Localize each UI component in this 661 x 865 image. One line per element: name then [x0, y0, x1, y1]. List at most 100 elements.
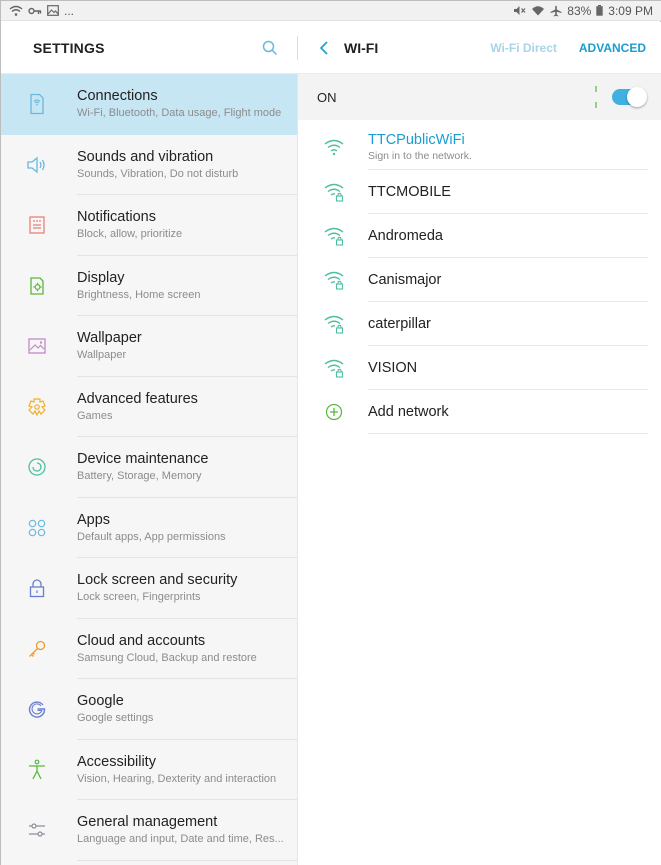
- wifi-signal-locked-icon: [322, 180, 346, 204]
- wifi-panel: ON TTCPublicWiFi Sign in to the network.: [298, 74, 661, 865]
- clock: 3:09 PM: [608, 3, 653, 18]
- wifi-on-label: ON: [317, 89, 337, 105]
- network-item[interactable]: Canismajor: [298, 258, 661, 302]
- sidebar-item-notifications[interactable]: Notifications Block, allow, prioritize: [1, 195, 297, 256]
- network-name: VISION: [368, 359, 418, 376]
- network-name: TTCPublicWiFi: [368, 131, 465, 148]
- network-item[interactable]: Andromeda: [298, 214, 661, 258]
- sidebar-item-title: Google: [77, 693, 124, 710]
- wifi-header: WI-FI Wi-Fi Direct ADVANCED: [298, 22, 661, 73]
- sidebar-item-title: Sounds and vibration: [77, 148, 214, 165]
- sidebar-item-google[interactable]: Google Google settings: [1, 679, 297, 740]
- search-icon[interactable]: [262, 40, 278, 56]
- notifications-icon: [25, 213, 49, 237]
- network-list: TTCPublicWiFi Sign in to the network. TT…: [298, 120, 661, 434]
- general-management-icon: [25, 818, 49, 842]
- status-bar: ... 83% 3:09 PM: [1, 1, 661, 21]
- advanced-button[interactable]: ADVANCED: [579, 41, 646, 55]
- wifi-signal-locked-icon: [322, 356, 346, 380]
- toggle-area: [594, 85, 647, 109]
- network-item[interactable]: TTCMOBILE: [298, 170, 661, 214]
- sidebar-item-advanced-features[interactable]: Advanced features Games: [1, 377, 297, 437]
- wifi-master-switch-row[interactable]: ON: [298, 74, 661, 120]
- sidebar-item-display[interactable]: Display Brightness, Home screen: [1, 256, 297, 316]
- lock-icon: [25, 576, 49, 600]
- sidebar-item-subtitle: Games: [77, 409, 113, 422]
- sidebar-item-title: Accessibility: [77, 753, 156, 770]
- network-status: Sign in to the network.: [368, 149, 472, 162]
- sound-icon: [25, 153, 49, 177]
- sidebar-item-subtitle: Block, allow, prioritize: [77, 228, 183, 241]
- network-item[interactable]: VISION: [298, 346, 661, 390]
- sidebar-item-apps[interactable]: Apps Default apps, App permissions: [1, 498, 297, 558]
- network-item[interactable]: TTCPublicWiFi Sign in to the network.: [298, 124, 661, 170]
- network-name: TTCMOBILE: [368, 183, 451, 200]
- sidebar-item-cloud-accounts[interactable]: Cloud and accounts Samsung Cloud, Backup…: [1, 619, 297, 679]
- back-icon[interactable]: [314, 38, 334, 58]
- sidebar-item-connections[interactable]: Connections Wi-Fi, Bluetooth, Data usage…: [1, 74, 297, 135]
- header-actions: Wi-Fi Direct ADVANCED: [490, 41, 646, 55]
- sidebar-item-title: Connections: [77, 88, 158, 105]
- sidebar-item-title: Advanced features: [77, 390, 198, 407]
- sidebar-item-subtitle: Wi-Fi, Bluetooth, Data usage, Flight mod…: [77, 107, 282, 120]
- wifi-direct-button[interactable]: Wi-Fi Direct: [490, 41, 557, 55]
- settings-sidebar: Connections Wi-Fi, Bluetooth, Data usage…: [1, 74, 298, 865]
- wallpaper-icon: [25, 334, 49, 358]
- sidebar-item-accessibility[interactable]: Accessibility Vision, Hearing, Dexterity…: [1, 740, 297, 800]
- sidebar-item-subtitle: Sounds, Vibration, Do not disturb: [77, 167, 239, 180]
- network-name: Andromeda: [368, 227, 443, 244]
- sidebar-item-subtitle: Google settings: [77, 712, 154, 725]
- status-bar-right: 83% 3:09 PM: [513, 4, 653, 18]
- divider-icon: [594, 85, 598, 109]
- wifi-signal-locked-icon: [322, 312, 346, 336]
- network-name: caterpillar: [368, 315, 431, 332]
- settings-header: SETTINGS: [1, 22, 298, 73]
- airplane-icon: [550, 5, 562, 17]
- sidebar-item-title: Wallpaper: [77, 330, 142, 347]
- battery-icon: [596, 5, 603, 16]
- sidebar-item-lock-screen[interactable]: Lock screen and security Lock screen, Fi…: [1, 558, 297, 619]
- wifi-signal-locked-icon: [322, 224, 346, 248]
- sidebar-item-title: General management: [77, 814, 218, 831]
- battery-percent: 83%: [567, 3, 592, 18]
- sidebar-item-subtitle: Lock screen, Fingerprints: [77, 591, 201, 604]
- wifi-toggle[interactable]: [612, 87, 647, 107]
- sidebar-item-subtitle: Samsung Cloud, Backup and restore: [77, 651, 257, 664]
- add-icon: [322, 400, 346, 424]
- wifi-signal-locked-icon: [322, 268, 346, 292]
- wifi-notification-icon: [9, 5, 23, 17]
- network-item[interactable]: caterpillar: [298, 302, 661, 346]
- sidebar-item-general-management[interactable]: General management Language and input, D…: [1, 800, 297, 861]
- device-maintenance-icon: [25, 455, 49, 479]
- sidebar-item-title: Cloud and accounts: [77, 632, 206, 649]
- add-network-label: Add network: [368, 403, 449, 420]
- sidebar-item-title: Apps: [77, 511, 111, 528]
- sidebar-item-device-maintenance[interactable]: Device maintenance Battery, Storage, Mem…: [1, 437, 297, 498]
- sidebar-item-subtitle: Wallpaper: [77, 349, 127, 362]
- sidebar-item-title: Display: [77, 269, 125, 286]
- sidebar-item-subtitle: Language and input, Date and time, Res..…: [77, 833, 284, 846]
- key-icon: [25, 637, 49, 661]
- status-bar-left: ...: [9, 4, 74, 18]
- sidebar-item-subtitle: Vision, Hearing, Dexterity and interacti…: [77, 772, 277, 785]
- mute-icon: [513, 5, 526, 16]
- image-notification-icon: [47, 5, 59, 16]
- sidebar-item-sounds[interactable]: Sounds and vibration Sounds, Vibration, …: [1, 135, 297, 195]
- sidebar-item-wallpaper[interactable]: Wallpaper Wallpaper: [1, 316, 297, 377]
- google-icon: [25, 697, 49, 721]
- sidebar-item-subtitle: Default apps, App permissions: [77, 530, 226, 543]
- accessibility-icon: [25, 758, 49, 782]
- toggle-knob: [627, 87, 647, 107]
- app-header: SETTINGS WI-FI Wi-Fi Direct ADVANCED: [1, 22, 661, 74]
- network-name: Canismajor: [368, 271, 442, 288]
- wifi-signal-open-icon: [322, 135, 346, 159]
- sidebar-item-title: Device maintenance: [77, 451, 209, 468]
- display-icon: [25, 274, 49, 298]
- sidebar-item-title: Lock screen and security: [77, 572, 238, 589]
- page-title: SETTINGS: [33, 39, 105, 56]
- apps-icon: [25, 516, 49, 540]
- more-notifications: ...: [64, 3, 75, 18]
- wifi-signal-icon: [531, 5, 545, 16]
- add-network-button[interactable]: Add network: [298, 390, 661, 434]
- screen: ... 83% 3:09 PM SETTINGS WI-FI Wi-Fi Dir…: [0, 0, 661, 865]
